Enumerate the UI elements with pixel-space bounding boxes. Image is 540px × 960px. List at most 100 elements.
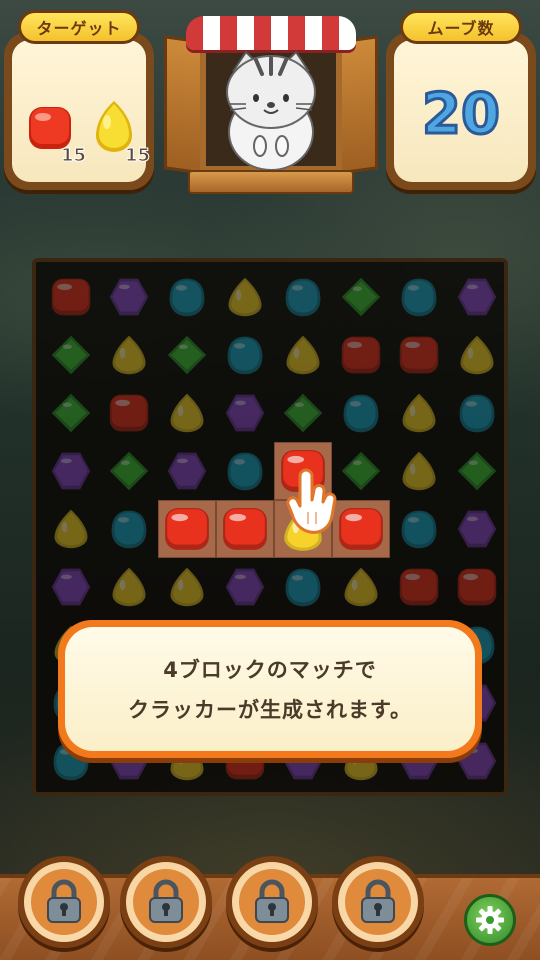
red-candy bbox=[51, 278, 91, 316]
booster-slot-locked[interactable] bbox=[120, 856, 212, 948]
highlighted-cell[interactable] bbox=[158, 500, 216, 558]
moves-panel: 20 ムーブ数 bbox=[386, 10, 536, 190]
window-shutter-right bbox=[338, 35, 378, 175]
target-item-red: 15 bbox=[26, 96, 87, 167]
board-cell[interactable] bbox=[390, 558, 448, 616]
purple-candy bbox=[457, 278, 497, 316]
board-cell[interactable] bbox=[332, 384, 390, 442]
board-cell[interactable] bbox=[100, 558, 158, 616]
yellow-candy bbox=[112, 567, 146, 607]
board-cell[interactable] bbox=[216, 326, 274, 384]
yellow-candy bbox=[402, 393, 436, 433]
yellow-candy bbox=[286, 335, 320, 375]
board-cell[interactable] bbox=[274, 384, 332, 442]
booster-ring bbox=[345, 869, 411, 935]
booster-slot-locked[interactable] bbox=[332, 856, 424, 948]
board-cell[interactable] bbox=[390, 268, 448, 326]
green-candy bbox=[109, 451, 149, 491]
board-cell[interactable] bbox=[100, 268, 158, 326]
window-shutter-left bbox=[164, 35, 204, 175]
red-candy bbox=[223, 508, 267, 550]
target-list: 15 15 bbox=[26, 96, 151, 176]
green-candy bbox=[341, 277, 381, 317]
board-cell[interactable] bbox=[274, 558, 332, 616]
board-cell[interactable] bbox=[448, 268, 506, 326]
teal-candy bbox=[285, 278, 321, 317]
teal-candy bbox=[285, 568, 321, 607]
target-count-red: 15 bbox=[60, 145, 86, 167]
board-cell[interactable] bbox=[158, 558, 216, 616]
target-panel: 15 15 ターゲット bbox=[4, 10, 154, 190]
tutorial-text-line1: 4ブロックのマッチで bbox=[163, 658, 377, 682]
hamster-window bbox=[164, 10, 378, 196]
board-cell[interactable] bbox=[100, 500, 158, 558]
board-cell[interactable] bbox=[100, 326, 158, 384]
board-cell[interactable] bbox=[100, 384, 158, 442]
moves-panel-title: ムーブ数 bbox=[400, 10, 522, 44]
purple-candy bbox=[109, 278, 149, 316]
teal-candy bbox=[227, 452, 263, 491]
teal-candy bbox=[343, 394, 379, 433]
purple-candy bbox=[51, 452, 91, 490]
highlighted-cell[interactable] bbox=[216, 500, 274, 558]
board-cell[interactable] bbox=[42, 442, 100, 500]
board-cell[interactable] bbox=[332, 268, 390, 326]
target-count-yellow: 15 bbox=[124, 145, 150, 167]
board-cell[interactable] bbox=[158, 326, 216, 384]
board-cell[interactable] bbox=[42, 500, 100, 558]
lock-icon bbox=[255, 879, 289, 923]
yellow-candy bbox=[228, 277, 262, 317]
board-cell[interactable] bbox=[42, 558, 100, 616]
board-cell[interactable] bbox=[100, 442, 158, 500]
lock-icon bbox=[47, 879, 81, 923]
window-sill bbox=[188, 170, 354, 194]
board-cell[interactable] bbox=[42, 384, 100, 442]
tutorial-message-bubble[interactable]: 4ブロックのマッチで クラッカーが生成されます。 bbox=[58, 620, 482, 758]
target-item-yellow: 15 bbox=[90, 96, 151, 167]
green-candy bbox=[341, 451, 381, 491]
yellow-candy bbox=[112, 335, 146, 375]
booster-ring bbox=[239, 869, 305, 935]
red-candy bbox=[339, 508, 383, 550]
board-cell[interactable] bbox=[390, 500, 448, 558]
board-cell[interactable] bbox=[274, 326, 332, 384]
teal-candy bbox=[169, 278, 205, 317]
board-cell[interactable] bbox=[390, 442, 448, 500]
target-panel-body: 15 15 bbox=[12, 40, 151, 182]
board-cell[interactable] bbox=[216, 384, 274, 442]
purple-candy bbox=[225, 568, 265, 606]
booster-slot-locked[interactable] bbox=[226, 856, 318, 948]
board-cell[interactable] bbox=[448, 500, 506, 558]
yellow-candy bbox=[170, 567, 204, 607]
board-cell[interactable] bbox=[448, 384, 506, 442]
purple-candy bbox=[225, 394, 265, 432]
purple-candy bbox=[457, 510, 497, 548]
board-cell[interactable] bbox=[216, 442, 274, 500]
board-cell[interactable] bbox=[390, 326, 448, 384]
settings-button[interactable] bbox=[464, 894, 516, 946]
board-cell[interactable] bbox=[448, 326, 506, 384]
booster-ring bbox=[31, 869, 97, 935]
board-cell[interactable] bbox=[332, 326, 390, 384]
red-candy bbox=[457, 568, 497, 606]
board-cell[interactable] bbox=[158, 384, 216, 442]
board-cell[interactable] bbox=[216, 268, 274, 326]
board-cell[interactable] bbox=[216, 558, 274, 616]
board-cell[interactable] bbox=[158, 268, 216, 326]
board-cell[interactable] bbox=[448, 558, 506, 616]
board-cell[interactable] bbox=[390, 384, 448, 442]
board-cell[interactable] bbox=[274, 268, 332, 326]
yellow-candy bbox=[344, 567, 378, 607]
gear-icon bbox=[476, 906, 504, 934]
window-awning bbox=[186, 16, 356, 50]
board-cell[interactable] bbox=[158, 442, 216, 500]
board-cell[interactable] bbox=[448, 442, 506, 500]
board-cell[interactable] bbox=[42, 326, 100, 384]
red-candy bbox=[109, 394, 149, 432]
target-panel-title: ターゲット bbox=[18, 10, 140, 44]
booster-slot-locked[interactable] bbox=[18, 856, 110, 948]
lock-icon bbox=[361, 879, 395, 923]
board-cell[interactable] bbox=[42, 268, 100, 326]
board-cell[interactable] bbox=[332, 558, 390, 616]
red-candy bbox=[399, 336, 439, 374]
